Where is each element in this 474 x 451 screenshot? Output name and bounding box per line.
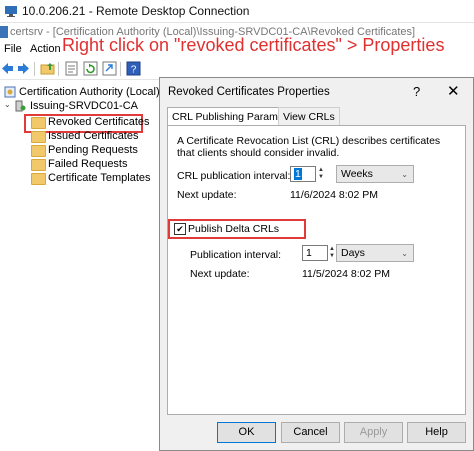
menu-file[interactable]: File [4,43,22,55]
tree-root-label: Certification Authority (Local) [19,86,160,98]
help-button[interactable]: Help [407,422,466,443]
tree-item-label: Revoked Certificates [48,116,150,128]
chevron-down-icon: ⌄ [401,249,408,258]
toolbar-separator [34,62,35,76]
ca-server-icon [15,100,26,112]
back-arrow-icon[interactable] [0,61,15,76]
publish-delta-checkbox[interactable]: ✔ [174,223,186,235]
chevron-down-icon: ⌄ [401,170,408,179]
crl-interval-input[interactable]: 1 [290,166,316,182]
apply-button[interactable]: Apply [344,422,403,443]
svg-text:?: ? [131,65,137,76]
next-update-value: 11/6/2024 8:02 PM [290,189,378,201]
dialog-close-button[interactable]: ✕ [447,82,460,100]
rdp-title-bar: 10.0.206.21 - Remote Desktop Connection [0,0,474,23]
toolbar-separator [120,62,121,76]
next-update-label: Next update: [177,189,237,201]
crl-interval-unit-select[interactable]: Weeks ⌄ [336,165,414,183]
delta-interval-unit-value: Days [341,247,365,259]
delta-next-update-label: Next update: [190,268,250,280]
delta-interval-label: Publication interval: [190,249,282,261]
tree-item-label: Failed Requests [48,158,128,170]
delta-interval-input[interactable]: 1 [302,245,328,261]
tree-item-label: Certificate Templates [48,172,151,184]
delta-interval-value: 1 [306,247,312,259]
crl-interval-unit-value: Weeks [341,168,373,180]
instruction-annotation: Right click on "revoked certificates" > … [62,35,445,55]
forward-arrow-icon[interactable] [16,61,31,76]
remote-desktop-icon [5,6,17,17]
properties-dialog: Revoked Certificates Properties ? ✕ CRL … [159,77,474,451]
rdp-window-title: 10.0.206.21 - Remote Desktop Connection [22,4,250,18]
publish-delta-label[interactable]: Publish Delta CRLs [188,223,279,235]
mmc-app-icon [0,26,8,38]
tab-view-crls[interactable]: View CRLs [278,107,340,126]
navigation-tree: Certification Authority (Local) ⌄ Issuin… [0,80,160,451]
folder-icon [31,173,46,185]
refresh-icon[interactable] [83,61,98,76]
menu-action[interactable]: Action [30,43,61,55]
delta-next-update-value: 11/5/2024 8:02 PM [302,268,390,280]
certificate-authority-icon [4,86,16,98]
delta-interval-spinner[interactable]: ▲ ▼ [328,246,336,260]
tree-item-label: Issued Certificates [48,130,139,142]
crl-interval-spinner[interactable]: ▲ ▼ [317,167,325,181]
crl-interval-value: 1 [294,168,302,180]
folder-icon [31,159,46,171]
help-icon[interactable]: ? [126,61,141,76]
folder-icon [31,117,46,129]
dialog-title: Revoked Certificates Properties [168,86,330,98]
up-folder-icon[interactable] [40,61,55,76]
folder-icon [31,131,46,143]
ok-button[interactable]: OK [217,422,276,443]
crl-description: A Certificate Revocation List (CRL) desc… [177,135,441,159]
toolbar-separator [58,62,59,76]
cancel-button[interactable]: Cancel [281,422,340,443]
export-list-icon[interactable] [102,61,117,76]
properties-icon[interactable] [64,61,79,76]
delta-interval-unit-select[interactable]: Days ⌄ [336,244,414,262]
crl-publishing-panel: A Certificate Revocation List (CRL) desc… [167,125,466,415]
tree-ca-label: Issuing-SRVDC01-CA [30,100,139,112]
tree-item-label: Pending Requests [48,144,138,156]
expand-chevron-icon[interactable]: ⌄ [4,100,11,109]
crl-interval-label: CRL publication interval: [177,170,291,182]
dialog-help-button[interactable]: ? [413,84,420,99]
folder-icon [31,145,46,157]
